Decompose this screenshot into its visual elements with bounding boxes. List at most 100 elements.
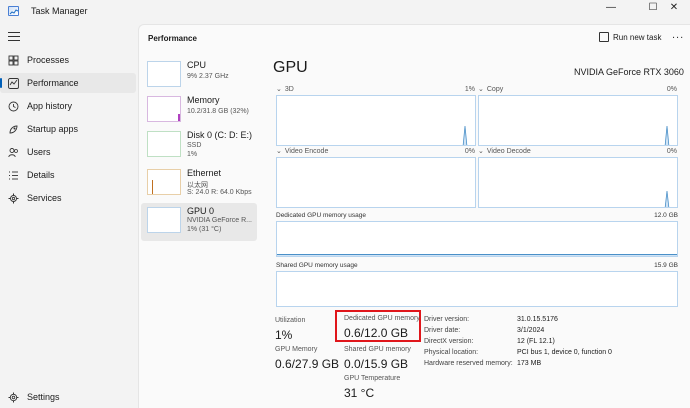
- sidebar-item-app-history[interactable]: App history: [0, 96, 136, 116]
- device-ethernet[interactable]: Ethernet 以太网 S: 24.0 R: 64.0 Kbps: [141, 165, 257, 203]
- sidebar-item-label: Startup apps: [27, 124, 79, 134]
- disk-thumbnail-graph: [147, 131, 181, 157]
- engine-video-encode-selector[interactable]: ⌄ Video Encode: [276, 147, 329, 156]
- info-key: DirectX version:: [424, 338, 474, 345]
- shared-memory-graph-max: 15.9 GB: [654, 262, 678, 269]
- close-button[interactable]: ✕: [658, 0, 690, 14]
- shared-memory-label: Shared GPU memory: [344, 346, 411, 353]
- users-icon: [8, 147, 19, 158]
- info-value: 173 MB: [517, 360, 542, 367]
- gpu-title: GPU: [273, 59, 308, 76]
- shared-memory-graph: [276, 271, 678, 307]
- engine-video-encode-graph: [276, 157, 476, 208]
- cpu-thumbnail-graph: [147, 61, 181, 87]
- device-name: Disk 0 (C: D: E:): [187, 130, 253, 140]
- device-sub: NVIDIA GeForce R...: [187, 217, 252, 224]
- engine-video-decode-selector[interactable]: ⌄ Video Decode: [478, 147, 531, 156]
- dedicated-memory-graph-max: 12.0 GB: [654, 212, 678, 219]
- sidebar-item-performance[interactable]: Performance: [0, 73, 136, 93]
- device-sub: 9% 2.37 GHz: [187, 73, 229, 80]
- engine-video-decode-graph: [478, 157, 678, 208]
- chevron-down-icon: ⌄: [276, 86, 282, 93]
- window-title: Task Manager: [31, 6, 88, 16]
- info-key: Physical location:: [424, 349, 479, 356]
- device-sub: 10.2/31.8 GB (32%): [187, 108, 249, 115]
- gpu-memory-value: 0.6/27.9 GB: [275, 357, 340, 371]
- gpu-temperature-label: GPU Temperature: [344, 375, 401, 382]
- sidebar-item-label: Processes: [27, 55, 70, 65]
- device-name: GPU 0: [187, 206, 215, 216]
- chevron-down-icon: ⌄: [276, 148, 282, 155]
- info-value: PCI bus 1, device 0, function 0: [517, 349, 612, 356]
- hamburger-menu-icon[interactable]: [8, 32, 20, 42]
- engine-video-encode-percent: 0%: [464, 148, 475, 155]
- sidebar-item-label: Services: [27, 193, 62, 203]
- device-disk[interactable]: Disk 0 (C: D: E:) SSD 1%: [141, 127, 257, 165]
- details-list-icon: [8, 170, 19, 181]
- run-new-task-label: Run new task: [613, 32, 662, 42]
- gpu-thumbnail-graph: [147, 207, 181, 233]
- sidebar-item-label: Details: [27, 170, 55, 180]
- main-panel: Performance Run new task ... CPU 9% 2.37…: [138, 24, 690, 408]
- memory-thumbnail-graph: [147, 96, 181, 122]
- sidebar-item-label: Performance: [27, 78, 79, 88]
- ethernet-thumbnail-graph: [147, 169, 181, 195]
- sidebar-item-label: App history: [27, 101, 73, 111]
- startup-icon: [8, 124, 19, 135]
- device-sub: S: 24.0 R: 64.0 Kbps: [187, 189, 252, 196]
- device-name: CPU: [187, 60, 207, 70]
- dedicated-memory-graph-label: Dedicated GPU memory usage: [276, 212, 366, 219]
- utilization-value: 1%: [275, 328, 293, 342]
- sidebar: Processes Performance App history Startu…: [0, 24, 138, 408]
- info-key: Driver version:: [424, 316, 470, 323]
- engine-3d-selector[interactable]: ⌄ 3D: [276, 85, 294, 94]
- info-key: Driver date:: [424, 327, 461, 334]
- shared-memory-graph-label: Shared GPU memory usage: [276, 262, 358, 269]
- dedicated-memory-label: Dedicated GPU memory: [344, 315, 420, 322]
- gpu-memory-label: GPU Memory: [275, 346, 318, 353]
- device-memory[interactable]: Memory 10.2/31.8 GB (32%): [141, 92, 257, 130]
- info-value: 12 (FL 12.1): [517, 338, 555, 345]
- performance-chart-icon: [8, 77, 19, 89]
- engine-label: Video Decode: [486, 147, 531, 155]
- chevron-down-icon: ⌄: [478, 148, 484, 155]
- shared-memory-value: 0.0/15.9 GB: [344, 357, 409, 371]
- more-options-button[interactable]: ...: [672, 29, 684, 41]
- gpu-temperature-value: 31 °C: [344, 386, 375, 400]
- engine-copy-graph: [478, 95, 678, 146]
- engine-label: 3D: [284, 85, 294, 93]
- sidebar-item-label: Settings: [27, 392, 60, 402]
- sidebar-item-processes[interactable]: Processes: [0, 50, 136, 70]
- chevron-down-icon: ⌄: [478, 86, 484, 93]
- page-header: Performance Run new task ...: [139, 25, 690, 51]
- task-manager-app-icon: [8, 6, 19, 16]
- device-gpu-0[interactable]: GPU 0 NVIDIA GeForce R... 1% (31 °C): [141, 203, 257, 241]
- engine-video-decode-percent: 0%: [666, 148, 677, 155]
- sidebar-item-services[interactable]: Services: [0, 188, 136, 208]
- history-icon: [8, 101, 19, 112]
- device-sub: 1% (31 °C): [187, 226, 222, 233]
- info-value: 31.0.15.5176: [517, 316, 558, 323]
- gpu-model-name: NVIDIA GeForce RTX 3060: [574, 67, 684, 77]
- sidebar-item-users[interactable]: Users: [0, 142, 136, 162]
- engine-label: Video Encode: [284, 147, 329, 155]
- utilization-label: Utilization: [275, 317, 306, 324]
- device-cpu[interactable]: CPU 9% 2.37 GHz: [141, 57, 257, 95]
- sidebar-item-details[interactable]: Details: [0, 165, 136, 185]
- sidebar-item-startup-apps[interactable]: Startup apps: [0, 119, 136, 139]
- engine-copy-percent: 0%: [666, 86, 677, 93]
- dedicated-memory-value: 0.6/12.0 GB: [344, 326, 409, 340]
- engine-copy-selector[interactable]: ⌄ Copy: [478, 85, 504, 94]
- dedicated-memory-graph: [276, 221, 678, 257]
- sidebar-item-settings[interactable]: Settings: [0, 387, 136, 407]
- info-value: 3/1/2024: [517, 327, 545, 334]
- sidebar-item-label: Users: [27, 147, 51, 157]
- page-title: Performance: [148, 34, 197, 43]
- engine-label: Copy: [486, 85, 504, 93]
- device-sub: SSD: [187, 142, 202, 149]
- device-sub: 1%: [187, 151, 198, 158]
- run-new-task-button[interactable]: Run new task: [599, 32, 661, 42]
- minimize-button[interactable]: —: [596, 0, 626, 14]
- processes-grid-icon: [8, 55, 19, 66]
- device-name: Ethernet: [187, 168, 222, 178]
